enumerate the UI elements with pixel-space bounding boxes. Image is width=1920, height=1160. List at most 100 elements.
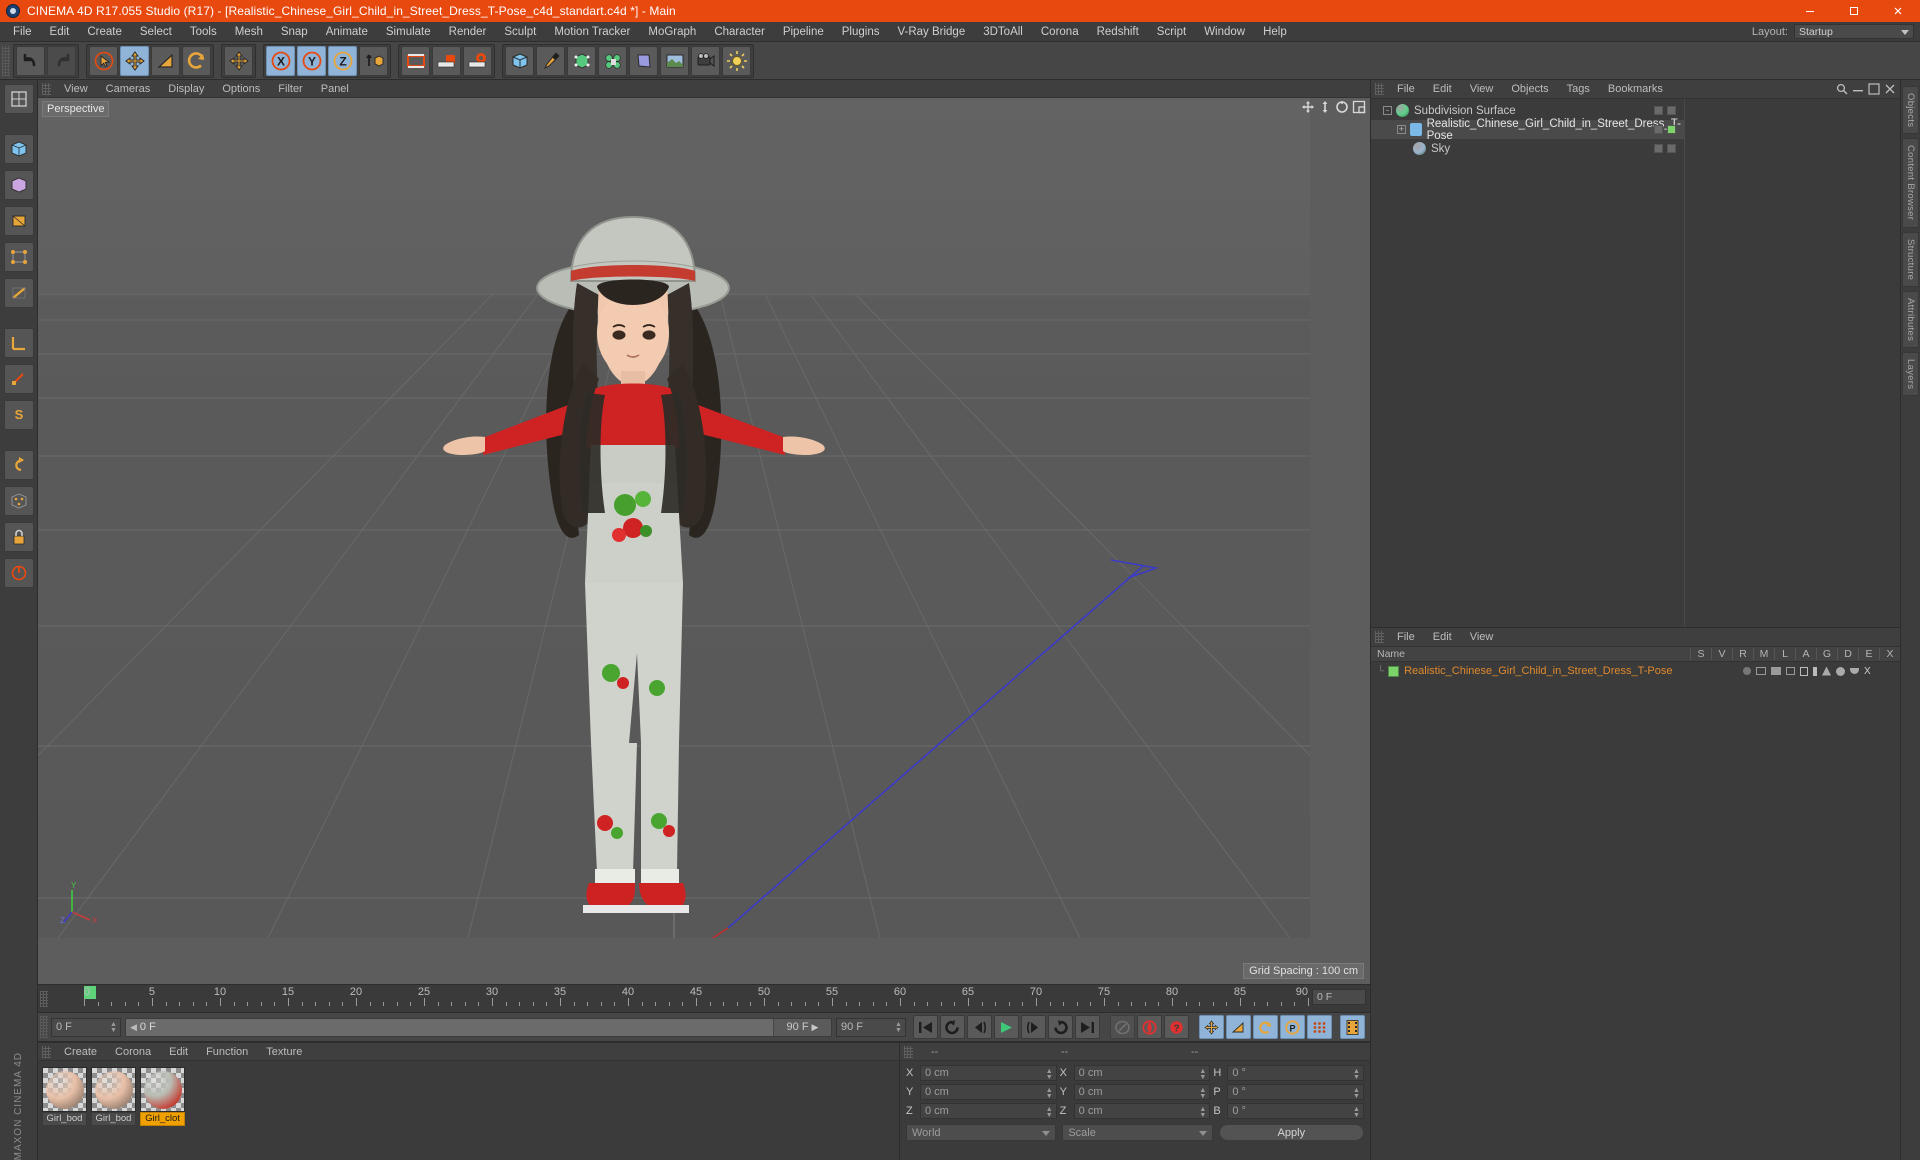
material-menu-function[interactable]: Function: [197, 1046, 257, 1058]
close-button[interactable]: [1876, 0, 1920, 22]
menu-item-3dtoall[interactable]: 3DToAll: [974, 22, 1032, 42]
current-frame-field[interactable]: 0 F ▲ ▼: [51, 1017, 121, 1037]
object-menu-bookmarks[interactable]: Bookmarks: [1599, 83, 1672, 95]
coordinate-system-select[interactable]: World: [906, 1124, 1057, 1141]
maximize-button[interactable]: [1832, 0, 1876, 22]
material-thumbnail[interactable]: [42, 1067, 87, 1112]
object-axis-icon[interactable]: [3, 328, 34, 358]
tree-expander-icon[interactable]: -: [1383, 106, 1392, 115]
y-axis-icon[interactable]: Y: [297, 45, 326, 76]
timeline-track[interactable]: 0 5 10 15 20 25 30 35 40 45 50 55 60 65 70 75 80 85 90: [84, 985, 1309, 1012]
coordinate-mode-select[interactable]: Scale: [1062, 1124, 1213, 1141]
dolly-view-icon[interactable]: [1318, 100, 1332, 114]
right-tab-attributes[interactable]: Attributes: [1902, 290, 1919, 348]
play-backwards-icon[interactable]: [940, 1015, 965, 1039]
coordinate-spinner-size[interactable]: ▲ ▼: [1199, 1087, 1206, 1101]
timeline-grip[interactable]: [40, 991, 48, 1007]
material-menu-edit[interactable]: Edit: [160, 1046, 197, 1058]
visibility-dot-editor[interactable]: [1654, 106, 1664, 115]
coordinate-input-size[interactable]: 0 cm ▲ ▼: [1073, 1083, 1211, 1101]
menu-item-sculpt[interactable]: Sculpt: [495, 22, 545, 42]
layer-lock-icon[interactable]: [1800, 666, 1808, 676]
search-icon[interactable]: [1836, 83, 1848, 95]
close-panel-icon[interactable]: [1884, 83, 1896, 95]
visibility-dot-render[interactable]: [1667, 125, 1677, 134]
end-frame-spinner[interactable]: ▲ ▼: [895, 1021, 902, 1035]
lock-axis-icon[interactable]: [3, 522, 34, 552]
texture-axis-icon[interactable]: [3, 84, 34, 114]
menu-item-character[interactable]: Character: [705, 22, 774, 42]
material-item[interactable]: Girl_bod: [42, 1067, 87, 1154]
right-tab-objects[interactable]: Objects: [1902, 86, 1919, 135]
minimize-button[interactable]: [1788, 0, 1832, 22]
pan-view-icon[interactable]: [1301, 100, 1315, 114]
layer-menu-edit[interactable]: Edit: [1424, 631, 1461, 643]
layer-deformer-icon[interactable]: [1836, 666, 1845, 676]
coordinate-spinner-pos[interactable]: ▲ ▼: [1046, 1068, 1053, 1082]
viewport-menu-cameras[interactable]: Cameras: [97, 83, 160, 95]
workplane-icon[interactable]: S: [3, 400, 34, 430]
layer-manager-icon[interactable]: [1786, 667, 1795, 675]
undo-button[interactable]: [16, 45, 45, 76]
menu-item-corona[interactable]: Corona: [1032, 22, 1088, 42]
viewport-menu-panel[interactable]: Panel: [312, 83, 358, 95]
enable-axis-icon[interactable]: [3, 558, 34, 588]
rotate-view-icon[interactable]: [1335, 100, 1349, 114]
autokey-toggle-icon[interactable]: [1110, 1015, 1135, 1039]
minimize-panel-icon[interactable]: [1852, 83, 1864, 95]
step-forward-icon[interactable]: [1021, 1015, 1046, 1039]
coordinate-spinner-rot[interactable]: ▲ ▼: [1353, 1087, 1360, 1101]
timeline-ruler[interactable]: 0 5 10 15 20 25 30 35 40 45 50 55 60 65 70 75 80 85 90 0 F: [38, 984, 1370, 1012]
scale-key-icon[interactable]: [1226, 1015, 1251, 1039]
layer-menu-file[interactable]: File: [1388, 631, 1424, 643]
menu-item-redshift[interactable]: Redshift: [1088, 22, 1148, 42]
layer-generator-icon[interactable]: [1822, 666, 1831, 676]
coordinate-input-rot[interactable]: 0 ° ▲ ▼: [1227, 1102, 1365, 1119]
transport-grip[interactable]: [40, 1016, 48, 1038]
menu-item-pipeline[interactable]: Pipeline: [774, 22, 833, 42]
go-to-start-icon[interactable]: [913, 1015, 938, 1039]
coordinate-spinner-size[interactable]: ▲ ▼: [1199, 1106, 1206, 1120]
move-axis-icon[interactable]: [224, 45, 253, 76]
right-tab-content-browser[interactable]: Content Browser: [1902, 138, 1919, 228]
coordinate-input-size[interactable]: 0 cm ▲ ▼: [1073, 1064, 1211, 1082]
coordinate-spinner-size[interactable]: ▲ ▼: [1199, 1068, 1206, 1082]
render-region-icon[interactable]: [432, 45, 461, 76]
render-settings-icon[interactable]: [463, 45, 492, 76]
position-key-icon[interactable]: [1199, 1015, 1224, 1039]
model-mode-icon[interactable]: [3, 134, 34, 164]
menu-item-simulate[interactable]: Simulate: [377, 22, 440, 42]
viewport-menu-display[interactable]: Display: [159, 83, 213, 95]
keyframe-selection-icon[interactable]: ?: [1164, 1015, 1189, 1039]
edge-mode-icon[interactable]: [3, 278, 34, 308]
menu-item-select[interactable]: Select: [131, 22, 181, 42]
deformer-icon[interactable]: [629, 45, 658, 76]
menu-item-window[interactable]: Window: [1195, 22, 1254, 42]
right-tab-layers[interactable]: Layers: [1902, 351, 1919, 397]
object-menu-file[interactable]: File: [1388, 83, 1424, 95]
object-menu-objects[interactable]: Objects: [1502, 83, 1557, 95]
character-model[interactable]: [393, 183, 913, 984]
layer-menu-view[interactable]: View: [1461, 631, 1503, 643]
menu-item-motion-tracker[interactable]: Motion Tracker: [545, 22, 639, 42]
coordinate-input-pos[interactable]: 0 cm ▲ ▼: [920, 1083, 1057, 1100]
material-item[interactable]: Girl_clot: [140, 1067, 185, 1154]
visibility-dot-editor[interactable]: [1654, 144, 1664, 153]
camera-icon[interactable]: [691, 45, 720, 76]
object-manager-grip[interactable]: [1375, 83, 1384, 95]
end-frame-field[interactable]: 90 F ▲ ▼: [836, 1017, 906, 1037]
z-axis-icon[interactable]: Z: [328, 45, 357, 76]
rotation-key-icon[interactable]: [1253, 1015, 1278, 1039]
maximize-panel-icon[interactable]: [1868, 83, 1880, 95]
time-slider-end[interactable]: 90 F ▶: [773, 1018, 831, 1036]
scale-tool-icon[interactable]: [151, 45, 180, 76]
array-icon[interactable]: [598, 45, 627, 76]
layer-row[interactable]: └ Realistic_Chinese_Girl_Child_in_Street_…: [1371, 662, 1900, 680]
material-item[interactable]: Girl_bod: [91, 1067, 136, 1154]
time-slider[interactable]: ◀ 0 F 90 F ▶: [125, 1017, 832, 1037]
object-row[interactable]: + Realistic_Chinese_Girl_Child_in_Street_…: [1371, 118, 1685, 142]
material-thumbnail[interactable]: [140, 1067, 185, 1112]
material-menu-create[interactable]: Create: [55, 1046, 106, 1058]
polygon-mode-icon[interactable]: [3, 206, 34, 236]
move-tool-icon[interactable]: [120, 45, 149, 76]
